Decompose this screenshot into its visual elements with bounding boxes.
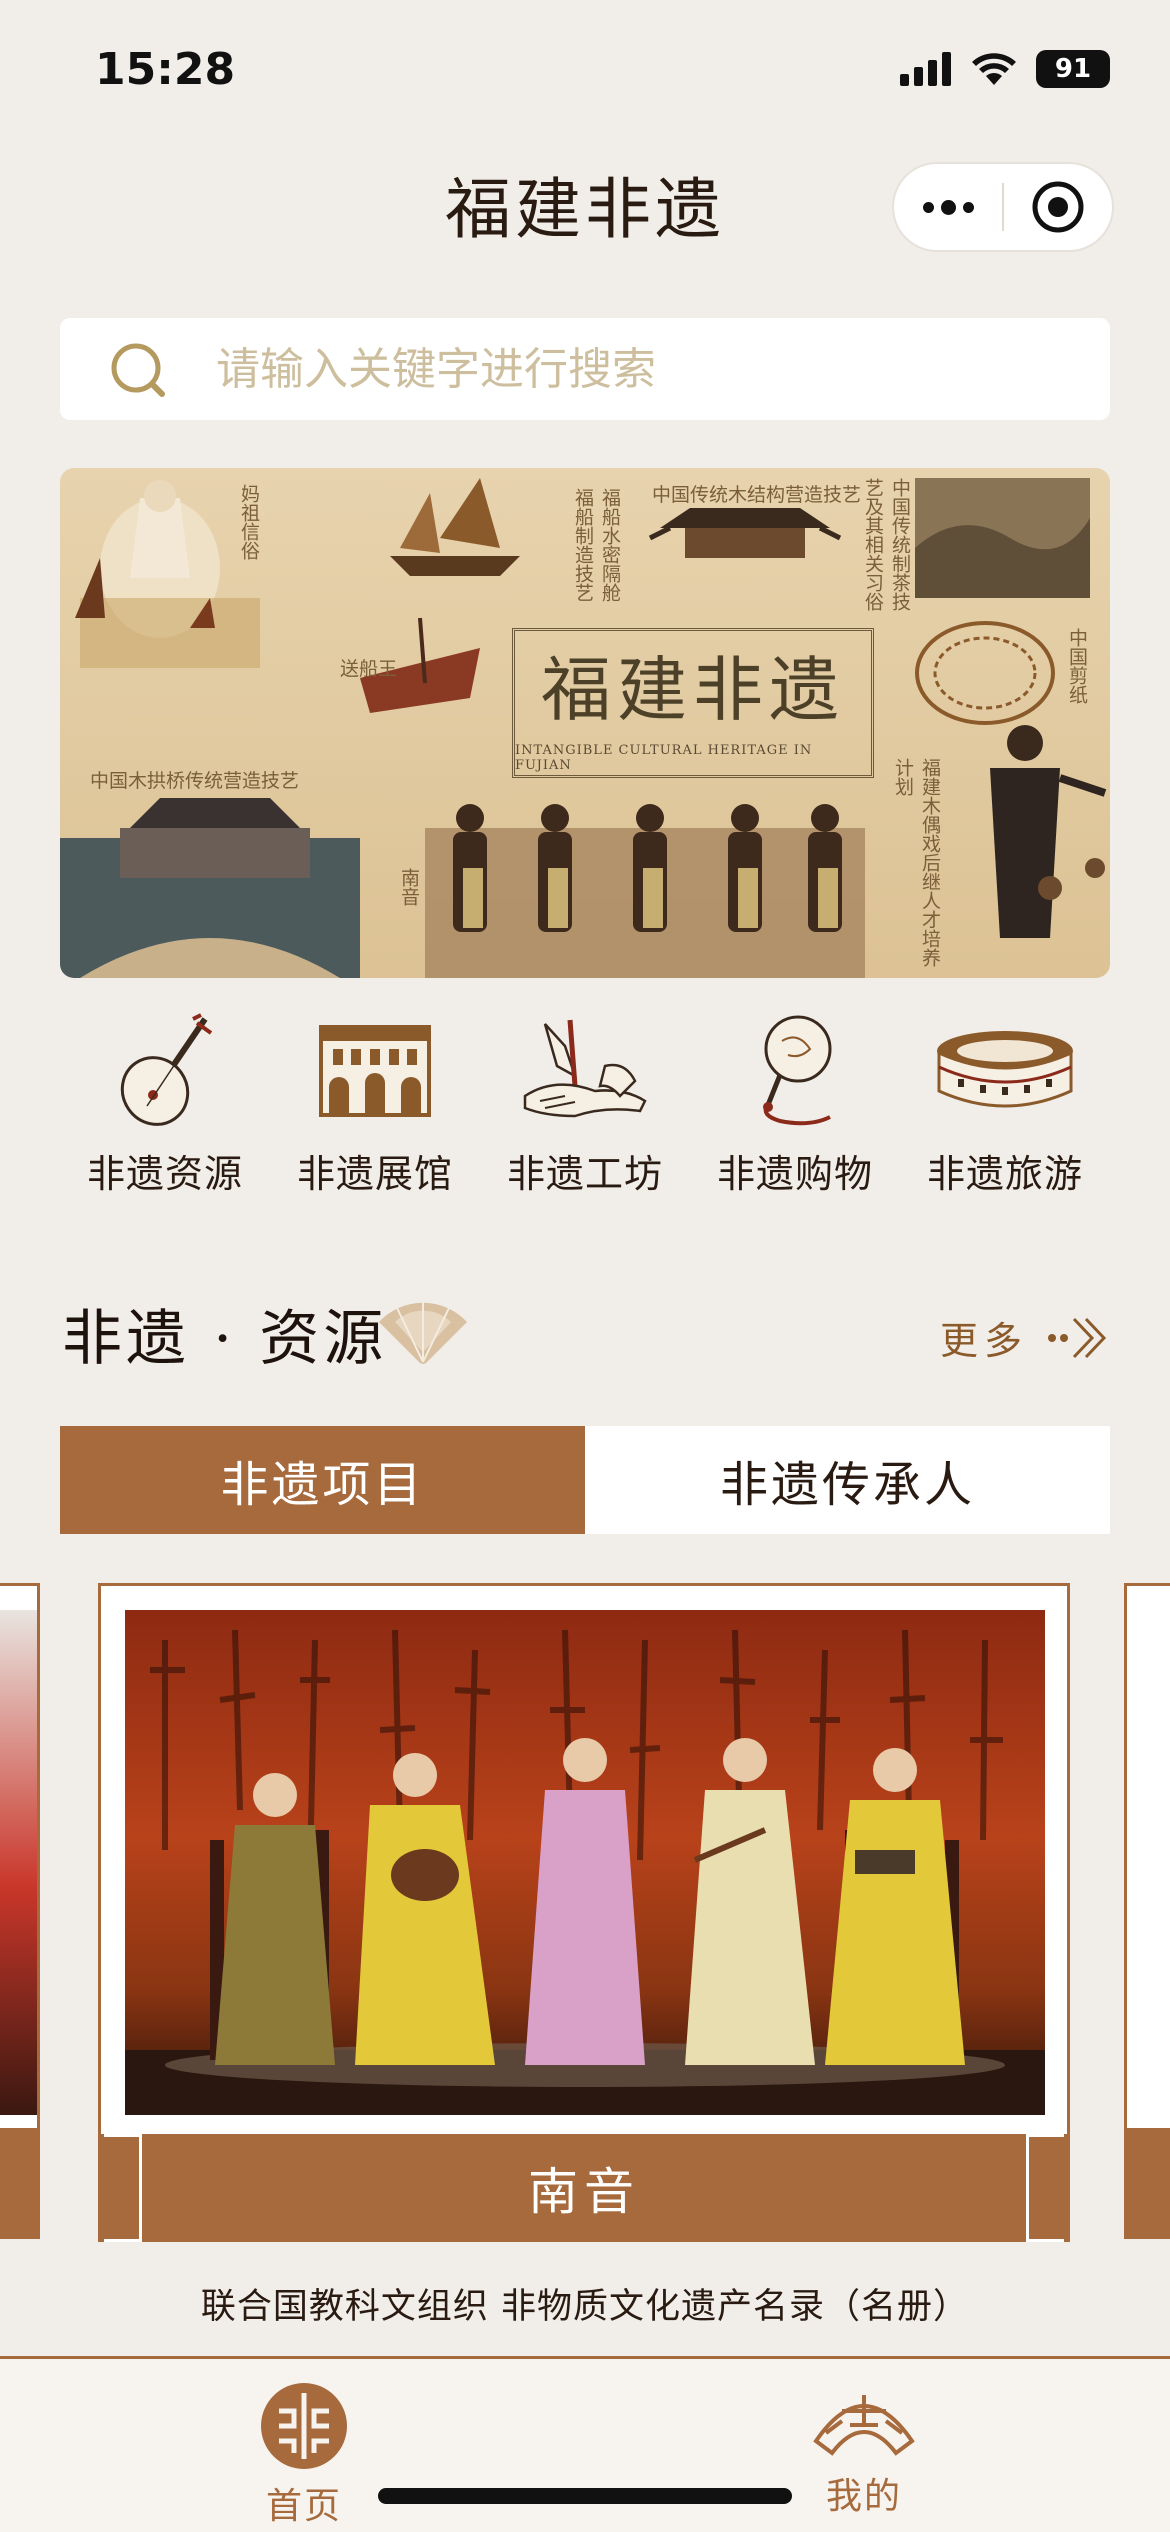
pipa-icon [90, 1008, 240, 1133]
more-link[interactable]: 更多 [940, 1310, 1108, 1365]
section-title: 非遗 · 资源 [62, 1304, 388, 1374]
resource-tabs: 非遗项目 非遗传承人 [60, 1426, 1110, 1534]
category-heritage-shopping[interactable]: 非遗购物 [690, 1008, 900, 1198]
target-circle-icon [1032, 181, 1084, 233]
card-caption: 联合国教科文组织 非物质文化遗产名录（名册） [200, 2287, 970, 2327]
carousel-card-next[interactable] [1124, 1583, 1170, 2239]
nav-mine[interactable]: 我的 [764, 2381, 964, 2519]
nanyin-photo [125, 1610, 1045, 2115]
category-heritage-travel[interactable]: 非遗旅游 [900, 1008, 1110, 1198]
banner-title-frame: 福建非遗 INTANGIBLE CULTURAL HERITAGE IN FUJ… [512, 628, 874, 778]
bottom-nav: 首页 我的 [0, 2356, 1170, 2532]
tab-heritage-projects[interactable]: 非遗项目 [60, 1426, 585, 1534]
category-label: 非遗资源 [86, 1152, 243, 1196]
fret-ornament-left [104, 2134, 142, 2242]
banner-caption-nanyin: 南音 [398, 868, 420, 906]
category-label: 非遗购物 [716, 1152, 873, 1196]
double-chevron-right-icon [1048, 1317, 1107, 1358]
status-time: 15:28 [95, 44, 236, 95]
tab-heritage-inheritors[interactable]: 非遗传承人 [585, 1426, 1110, 1534]
banner-caption-tea: 中国传统制茶技艺及其相关习俗 [862, 478, 911, 611]
more-menu-button[interactable] [894, 162, 1002, 252]
close-miniprogram-button[interactable] [1004, 162, 1112, 252]
nav-home-label: 首页 [265, 2486, 342, 2527]
calligraphy-hands-icon [510, 1008, 660, 1133]
fan-icon [720, 1008, 870, 1133]
category-grid: 非遗资源 非遗展馆 非遗工坊 非遗购物 非遗旅游 [60, 1008, 1110, 1198]
more-label: 更多 [940, 1319, 1029, 1363]
banner-subtitle: INTANGIBLE CULTURAL HERITAGE IN FUJIAN [515, 742, 813, 773]
banner-caption-puppet: 福建木偶戏后继人才培养计划 [892, 758, 941, 967]
museum-icon [300, 1008, 450, 1133]
home-emblem-icon [261, 2383, 347, 2469]
battery-icon: 91 [1036, 50, 1110, 88]
status-bar: 15:28 91 [0, 0, 1170, 140]
category-heritage-workshop[interactable]: 非遗工坊 [480, 1008, 690, 1198]
search-bar [60, 318, 1110, 420]
wifi-icon [972, 53, 1016, 85]
banner-caption-songwang: 送船王 [340, 658, 398, 680]
mine-emblem-icon [813, 2395, 915, 2456]
category-heritage-resources[interactable]: 非遗资源 [60, 1008, 270, 1198]
carousel-card-previous[interactable] [0, 1583, 40, 2239]
home-indicator[interactable] [378, 2488, 792, 2504]
banner-title: 福建非遗 [541, 648, 845, 731]
banner-caption-shipbuilding: 福船水密隔舱福船制造技艺 [572, 488, 621, 602]
category-label: 非遗旅游 [926, 1152, 1083, 1196]
hero-banner[interactable]: 福建非遗 INTANGIBLE CULTURAL HERITAGE IN FUJ… [60, 468, 1110, 978]
status-icons: 91 [900, 50, 1110, 88]
search-icon [111, 343, 165, 397]
nav-mine-label: 我的 [825, 2476, 902, 2517]
card-title-bar: 南音 [98, 2134, 1070, 2242]
card-title: 南音 [528, 2163, 640, 2221]
nav-home[interactable]: 首页 [204, 2381, 404, 2529]
banner-caption-mazu: 妈祖信俗 [238, 484, 260, 560]
miniprogram-capsule [892, 162, 1114, 252]
signal-icon [900, 52, 951, 86]
more-dots-icon [922, 199, 974, 215]
header: 福建非遗 [0, 140, 1170, 270]
fan-decoration-icon [379, 1302, 467, 1364]
category-heritage-museum[interactable]: 非遗展馆 [270, 1008, 480, 1198]
banner-caption-bridge: 中国木拱桥传统营造技艺 [90, 770, 300, 792]
search-input[interactable] [216, 318, 1076, 420]
heritage-project-card[interactable]: 南音 [98, 1583, 1070, 2242]
category-label: 非遗工坊 [506, 1152, 663, 1196]
banner-caption-papercut: 中国剪纸 [1066, 628, 1088, 704]
tulou-icon [930, 1008, 1080, 1133]
banner-caption-wooden-arch: 中国传统木结构营造技艺 [652, 484, 862, 506]
fret-ornament-right [1026, 2134, 1064, 2242]
category-label: 非遗展馆 [296, 1152, 453, 1196]
